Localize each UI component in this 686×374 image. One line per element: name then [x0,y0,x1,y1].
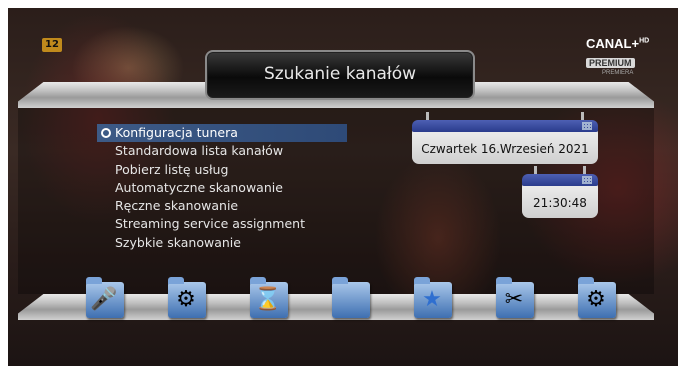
menu-item-fast-scan[interactable]: Szybkie skanowanie [97,234,347,252]
menu-item-automatic-scan[interactable]: Automatyczne skanowanie [97,179,347,197]
calendar-icon [582,122,592,130]
channel-logo: CANAL+HD PREMIUM PREMIERA [586,36,668,76]
page-title: Szukanie kanałów [263,64,417,84]
star-folder-icon[interactable]: ★ [410,274,454,320]
channel-logo-main: CANAL+HD [586,36,650,51]
hourglass-folder-icon[interactable]: ⌛ [246,274,290,320]
time-text: 21:30:48 [533,196,587,210]
menu-item-streaming-assignment[interactable]: Streaming service assignment [97,215,347,233]
menu-item-label: Pobierz listę usług [115,161,229,177]
film-reel-icon[interactable]: ⚙ [164,274,208,320]
channel-logo-premium: PREMIUM [586,58,635,68]
age-rating-badge: 12 [42,38,62,52]
menu-item-label: Automatyczne skanowanie [115,179,283,195]
channel-logo-sub: PREMIERA [602,70,634,76]
bottom-icon-bar: 🎤 ⚙ ⌛ ★ ✂ ⚙ [74,274,634,324]
gears-folder-icon[interactable]: ⚙ [574,274,618,320]
selection-bullet-icon [101,128,111,138]
microphone-film-icon[interactable]: 🎤 [82,274,126,320]
scan-menu: Konfiguracja tunera Standardowa lista ka… [97,124,347,252]
tools-folder-icon[interactable]: ✂ [492,274,536,320]
calendar-cap [412,120,598,132]
time-widget: 21:30:48 [522,166,598,218]
menu-item-label: Streaming service assignment [115,216,305,232]
calendar-cap [522,174,598,186]
title-panel: Szukanie kanałów [205,50,475,100]
menu-item-tuner-config[interactable]: Konfiguracja tunera [97,124,347,143]
menu-item-label: Ręczne skanowanie [115,198,239,214]
menu-item-label: Konfiguracja tunera [115,125,238,140]
menu-item-label: Szybkie skanowanie [115,234,241,250]
date-text: Czwartek 16.Wrzesień 2021 [421,142,589,156]
menu-item-download-services[interactable]: Pobierz listę usług [97,161,347,179]
menu-item-manual-scan[interactable]: Ręczne skanowanie [97,197,347,215]
menu-item-label: Standardowa lista kanałów [115,143,284,159]
date-widget: Czwartek 16.Wrzesień 2021 [412,112,598,164]
calendar-icon [582,176,592,184]
menu-item-default-channel-list[interactable]: Standardowa lista kanałów [97,142,347,160]
folder-icon[interactable] [328,274,372,320]
